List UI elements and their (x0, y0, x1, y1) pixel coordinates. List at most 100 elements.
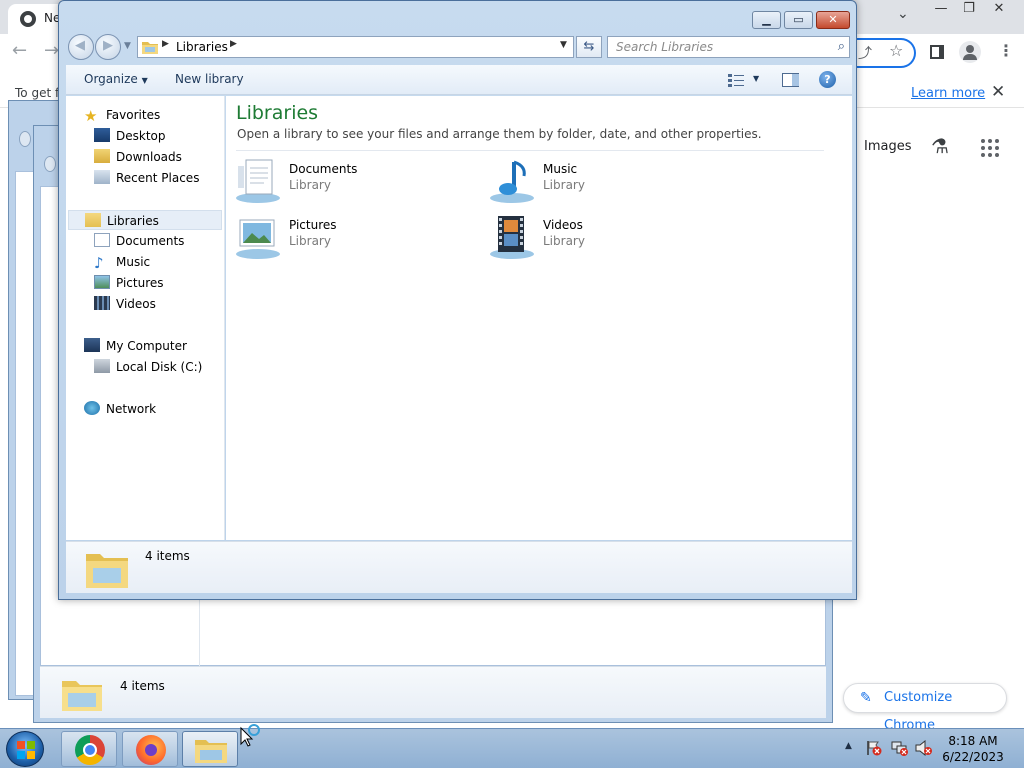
taskbar-explorer[interactable] (182, 731, 238, 767)
organize-chevron-icon: ▼ (141, 76, 148, 85)
back-arrow-icon[interactable]: ← (12, 40, 27, 61)
start-button[interactable] (6, 731, 44, 767)
pictures-library-icon (236, 214, 284, 260)
nav-libraries[interactable]: Libraries (68, 210, 222, 230)
network-status-icon[interactable] (891, 740, 909, 756)
computer-icon (84, 338, 100, 352)
infobar-text: To get f (15, 86, 60, 100)
folder-icon (60, 673, 104, 713)
customize-chrome-button[interactable]: ✎ Customize Chrome (843, 683, 1007, 733)
navigation-pane: ★ Favorites Desktop Downloads Recent Plac… (66, 96, 225, 540)
chrome-restore-button[interactable]: ❐ (955, 0, 983, 18)
library-pictures[interactable]: Pictures Library (236, 214, 476, 264)
network-globe-icon (84, 401, 100, 415)
breadcrumb-libraries[interactable]: Libraries (176, 40, 228, 54)
library-type: Library (289, 178, 331, 192)
search-icon[interactable]: ⌕ (838, 37, 845, 57)
library-videos[interactable]: Videos Library (490, 214, 730, 264)
downloads-folder-icon (94, 149, 110, 163)
back-button[interactable]: ◀ (68, 34, 94, 60)
nav-favorites[interactable]: ★ Favorites (84, 105, 160, 125)
nav-downloads[interactable]: Downloads (94, 147, 182, 167)
chrome-minimize-button[interactable]: — (927, 0, 955, 18)
library-type: Library (543, 234, 585, 248)
refresh-button[interactable]: ⇆ (576, 36, 602, 58)
library-documents[interactable]: Documents Library (236, 158, 476, 208)
library-name: Documents (289, 162, 358, 176)
preview-pane-icon[interactable] (782, 73, 799, 87)
item-count: 4 items (145, 549, 190, 563)
clock-date: 6/22/2023 (942, 750, 1004, 764)
back-arrow-icon: ◀ (75, 38, 85, 53)
address-dropdown-icon[interactable]: ▼ (560, 40, 567, 50)
nav-documents[interactable]: Documents (94, 231, 184, 251)
music-note-icon: ♪ (94, 254, 104, 272)
labs-flask-icon[interactable]: ⚗ (931, 134, 949, 158)
nav-local-disk[interactable]: Local Disk (C:) (94, 357, 202, 377)
close-button[interactable]: ✕ (816, 11, 850, 29)
google-apps-icon[interactable] (980, 138, 1000, 158)
divider (236, 150, 824, 151)
bookmark-star-icon[interactable]: ☆ (889, 41, 903, 60)
libraries-folder-icon (84, 546, 130, 590)
new-library-button[interactable]: New library (175, 72, 244, 86)
share-icon[interactable]: ⤴ (858, 43, 872, 63)
infobar-close-icon[interactable]: ✕ (991, 82, 1005, 102)
library-name: Pictures (289, 218, 337, 232)
nav-pictures[interactable]: Pictures (94, 273, 164, 293)
nav-videos[interactable]: Videos (94, 294, 156, 314)
help-icon[interactable]: ? (819, 71, 836, 88)
pencil-icon: ✎ (860, 690, 872, 706)
system-clock[interactable]: 8:18 AM 6/22/2023 (938, 733, 1008, 765)
nav-recent-places[interactable]: Recent Places (94, 168, 199, 188)
view-options-chevron-icon[interactable]: ▼ (753, 74, 759, 83)
breadcrumb-separator-icon[interactable]: ▶ (230, 39, 237, 49)
command-bar: Organize ▼ New library ▼ ? (66, 65, 852, 95)
library-name: Videos (543, 218, 583, 232)
change-view-icon[interactable] (728, 73, 744, 87)
forward-arrow-icon: ▶ (103, 38, 113, 53)
library-name: Music (543, 162, 578, 176)
videos-library-icon (490, 214, 538, 260)
recent-pages-chevron-icon[interactable]: ▼ (124, 41, 131, 51)
organize-button[interactable]: Organize ▼ (84, 72, 148, 86)
tab-search-chevron-icon[interactable]: ⌄ (897, 6, 909, 22)
taskbar-firefox[interactable] (122, 731, 178, 767)
nav-my-computer[interactable]: My Computer (84, 336, 187, 356)
maximize-button[interactable]: ▭ (784, 11, 813, 29)
back-nav-icon (19, 131, 31, 147)
show-hidden-icons-icon[interactable]: ▲ (845, 741, 852, 751)
music-library-icon (490, 158, 538, 204)
minimize-button[interactable]: ▁ (752, 11, 781, 29)
search-input[interactable]: Search Libraries ⌕ (607, 36, 850, 58)
taskbar: ▲ 8:18 AM 6/22/2023 (0, 724, 1024, 768)
nav-desktop[interactable]: Desktop (94, 126, 166, 146)
profile-avatar-icon[interactable] (959, 41, 981, 63)
side-panel-icon[interactable] (930, 45, 944, 59)
breadcrumb-separator-icon[interactable]: ▶ (162, 39, 169, 49)
recent-places-icon (94, 170, 110, 184)
volume-muted-icon[interactable] (915, 739, 933, 757)
images-link[interactable]: Images (864, 139, 912, 154)
libraries-icon (85, 213, 101, 227)
nav-network[interactable]: Network (84, 399, 156, 419)
taskbar-chrome[interactable] (61, 731, 117, 767)
explorer-window[interactable]: ▁ ▭ ✕ ◀ ▶ ▼ ▶ Libraries ▶ ▼ ⇆ Search Lib… (58, 0, 857, 600)
learn-more-link[interactable]: Learn more (911, 86, 985, 101)
mouse-pointer-icon (239, 724, 261, 750)
chrome-close-button[interactable]: ✕ (985, 0, 1013, 18)
nav-music[interactable]: ♪ Music (94, 252, 150, 272)
library-music[interactable]: Music Library (490, 158, 730, 208)
chrome-menu-icon[interactable]: ⋮ (998, 41, 1014, 60)
forward-button[interactable]: ▶ (95, 34, 121, 60)
firefox-icon (136, 735, 166, 765)
library-type: Library (289, 234, 331, 248)
action-center-flag-icon[interactable] (866, 740, 882, 756)
search-placeholder: Search Libraries (616, 40, 714, 54)
videos-icon (94, 296, 110, 310)
back-nav-icon (44, 156, 56, 172)
background-status-text: 4 items (120, 679, 165, 693)
address-bar[interactable]: ▶ Libraries ▶ ▼ (137, 36, 574, 58)
page-description: Open a library to see your files and arr… (237, 127, 762, 141)
forward-arrow-icon[interactable]: → (44, 40, 59, 61)
